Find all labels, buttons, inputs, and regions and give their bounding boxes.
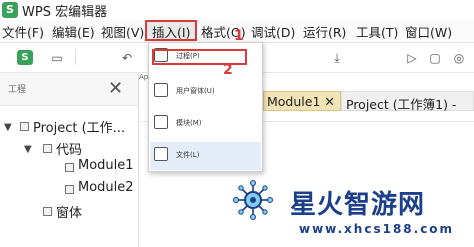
tree-module1[interactable]: Module1 — [78, 158, 134, 173]
tree-folder-forms[interactable]: 窗体 — [56, 202, 82, 221]
expand-icon[interactable]: ▼ — [4, 122, 12, 133]
menu-file[interactable]: 文件(F) — [2, 22, 44, 41]
insert-menu-file[interactable]: 文件(L) — [150, 144, 259, 170]
insert-menu-label: 文件(L) — [176, 151, 200, 159]
insert-menu-label: 用户窗体(U) — [176, 87, 215, 95]
menu-edit[interactable]: 编辑(E) — [52, 22, 95, 41]
app-logo: S — [2, 2, 18, 18]
menu-run[interactable]: 运行(R) — [303, 22, 346, 41]
menu-insert[interactable]: 插入(I) — [152, 22, 190, 41]
step-1-label: 1 — [234, 28, 244, 44]
folder-icon — [43, 144, 52, 153]
tab-module1[interactable]: Module1 ✕ — [263, 91, 341, 111]
file-icon — [154, 147, 168, 161]
insert-menu-module[interactable]: 模块(M) — [150, 112, 259, 138]
folder-icon — [43, 207, 52, 216]
tab-label: Project (工作簿1) - — [346, 97, 457, 112]
menu-view[interactable]: 视图(V) — [101, 22, 144, 41]
undo-icon[interactable]: ↶ — [120, 51, 134, 65]
procedure-highlight — [152, 49, 247, 65]
tab-project[interactable]: Project (工作簿1) - — [341, 91, 474, 112]
insert-menu-label: 模块(M) — [176, 119, 202, 127]
menu-window[interactable]: 窗口(W) — [405, 22, 452, 41]
insert-menu-userform[interactable]: 用户窗体(U) — [150, 80, 259, 106]
userform-icon — [154, 83, 168, 97]
tree-folder-code[interactable]: 代码 — [56, 139, 82, 158]
download-icon[interactable]: ⤓ — [330, 51, 344, 65]
tree-project[interactable]: Project (工作... — [33, 117, 125, 136]
watermark-text: 星火智游网 — [290, 190, 426, 220]
menu-tools[interactable]: 工具(T) — [356, 22, 398, 41]
stop-icon[interactable]: ▢ — [428, 51, 442, 65]
tree-module2[interactable]: Module2 — [78, 180, 134, 195]
module-icon — [65, 163, 74, 172]
expand-icon[interactable]: ▼ — [24, 144, 32, 155]
run-icon[interactable]: ▷ — [405, 51, 419, 65]
module-icon — [65, 185, 74, 194]
module-icon — [154, 115, 168, 129]
step-2-label: 2 — [223, 62, 233, 78]
save-icon[interactable]: ▭ — [50, 51, 64, 65]
wps-logo-icon[interactable]: S — [17, 50, 33, 65]
close-icon[interactable]: ✕ — [108, 78, 123, 99]
project-panel-title: 工程 — [8, 85, 27, 95]
tab-label: Module1 ✕ — [267, 94, 335, 109]
watermark-url: www.xhcs188.com — [299, 222, 455, 236]
settings-icon[interactable]: ◎ — [452, 51, 466, 65]
app-title: WPS 宏编辑器 — [22, 5, 108, 20]
project-icon — [20, 122, 29, 131]
watermark-logo — [233, 180, 273, 220]
menu-debug[interactable]: 调试(D) — [251, 22, 295, 41]
